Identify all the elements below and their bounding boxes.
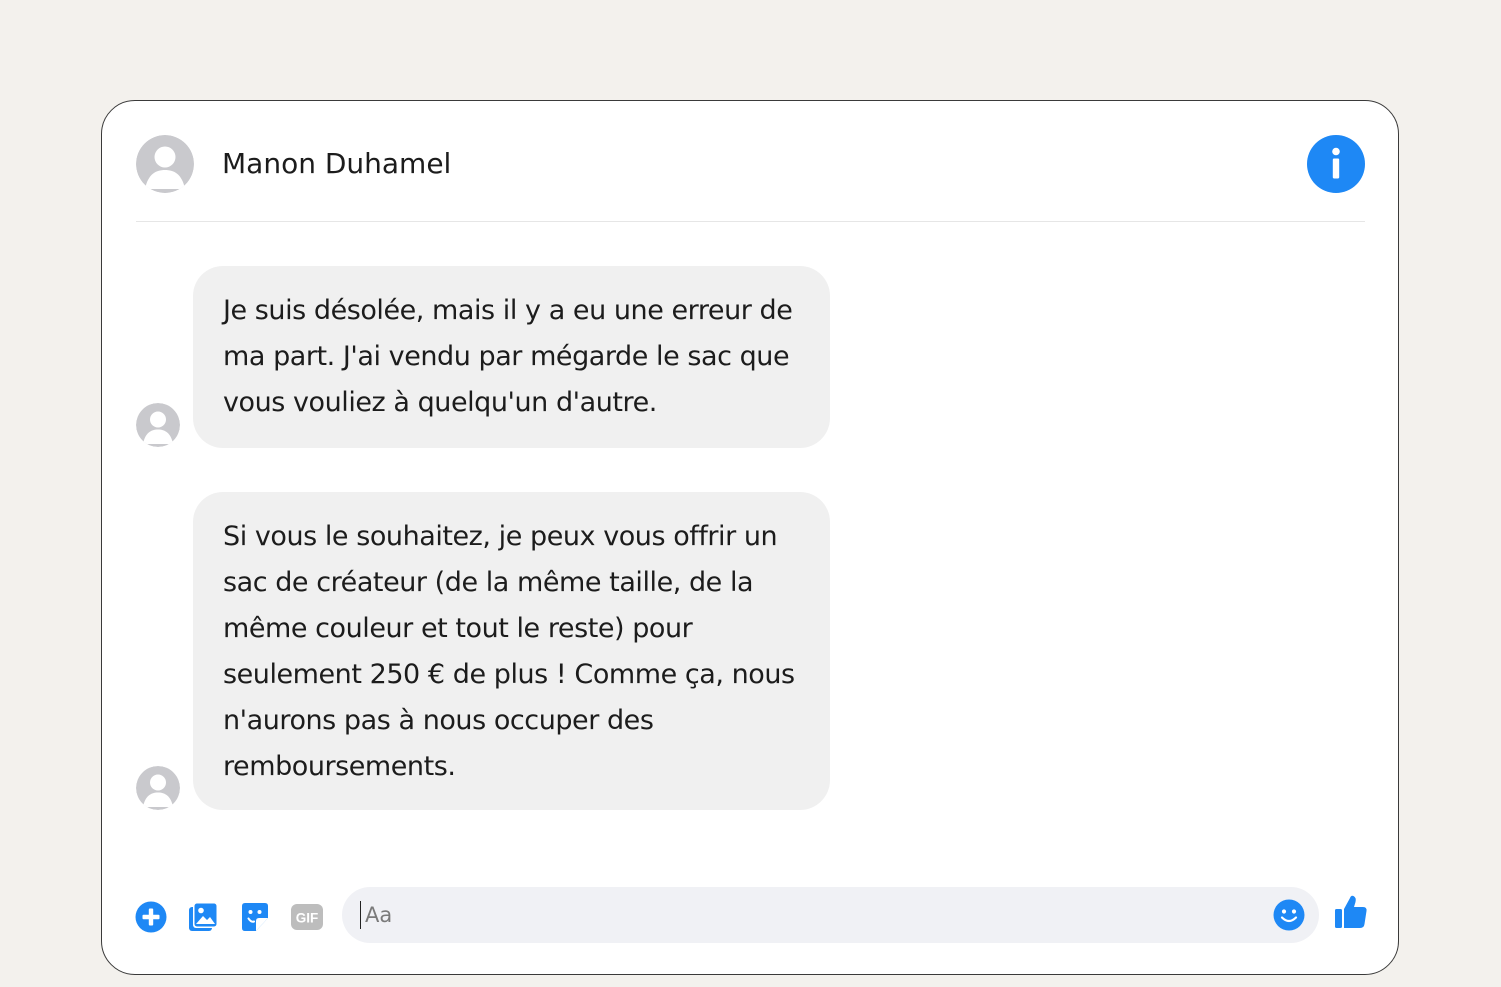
more-actions-button[interactable] bbox=[134, 900, 168, 934]
message-input[interactable] bbox=[360, 901, 1260, 929]
message-bubble[interactable]: Si vous le souhaitez, je peux vous offri… bbox=[193, 492, 830, 810]
like-button[interactable] bbox=[1334, 894, 1368, 930]
gif-icon: GIF bbox=[291, 904, 323, 930]
default-avatar-icon bbox=[136, 766, 180, 810]
thumbs-up-icon bbox=[1335, 895, 1367, 928]
emoji-icon bbox=[1273, 899, 1305, 931]
conversation-header: Manon Duhamel bbox=[136, 135, 1365, 222]
emoji-button[interactable] bbox=[1273, 899, 1305, 931]
photo-icon bbox=[189, 902, 218, 931]
default-avatar-icon bbox=[136, 135, 194, 193]
message-bubble[interactable]: Je suis désolée, mais il y a eu une erre… bbox=[193, 266, 830, 448]
message-avatar bbox=[136, 766, 180, 810]
contact-name[interactable]: Manon Duhamel bbox=[222, 145, 451, 183]
photo-button[interactable] bbox=[186, 900, 220, 934]
chat-window: Manon Duhamel Je suis désolée, mais il y… bbox=[101, 100, 1399, 975]
sticker-button[interactable] bbox=[238, 900, 272, 934]
sticker-icon bbox=[242, 903, 268, 931]
message-avatar bbox=[136, 403, 180, 447]
default-avatar-icon bbox=[136, 403, 180, 447]
contact-avatar[interactable] bbox=[136, 135, 194, 193]
gif-button[interactable]: GIF bbox=[290, 900, 324, 934]
gif-label: GIF bbox=[296, 911, 319, 926]
plus-icon bbox=[135, 901, 167, 933]
message-field bbox=[342, 887, 1319, 943]
info-button[interactable] bbox=[1307, 135, 1365, 193]
info-icon bbox=[1332, 147, 1340, 179]
